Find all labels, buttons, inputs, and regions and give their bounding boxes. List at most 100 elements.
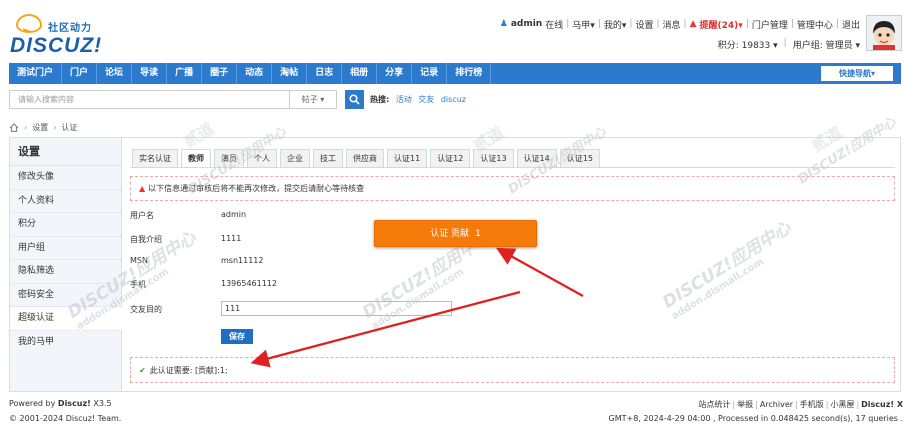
vest-menu[interactable]: 马甲▾	[572, 18, 595, 31]
avatar[interactable]	[866, 15, 902, 51]
tab-verify[interactable]: 认证15	[559, 149, 600, 168]
tab-verify[interactable]: 认证13	[473, 149, 514, 168]
username-link[interactable]: admin	[511, 19, 542, 29]
nav-item[interactable]: 记录	[412, 63, 448, 84]
sidebar-item-vest[interactable]: 我的马甲	[10, 331, 121, 355]
footer-brand[interactable]: Discuz! X	[861, 400, 903, 409]
field-value: admin	[221, 210, 247, 219]
hot-search-link[interactable]: 活动	[396, 95, 412, 104]
tab-verify[interactable]: 企业	[280, 149, 310, 168]
nav-item[interactable]: 门户	[62, 63, 98, 84]
hot-search-link[interactable]: discuz	[441, 95, 466, 104]
tab-verify[interactable]: 演员	[214, 149, 244, 168]
footer-link[interactable]: 站点统计	[698, 400, 730, 409]
field-label: 自我介绍	[130, 235, 162, 244]
nav-item[interactable]: 测试门户	[9, 63, 63, 84]
verify-tabs: 实名认证 教师 演员 个人 企业 技工 供应商 认证11 认证12 认证13 认…	[132, 149, 600, 168]
product-name[interactable]: Discuz!	[58, 399, 91, 408]
messages-link[interactable]: 消息	[663, 18, 681, 31]
powered-by: Powered by Discuz! X3.5	[9, 399, 112, 408]
sidebar-item-usergroup[interactable]: 用户组	[10, 237, 121, 260]
nav-item[interactable]: 广播	[167, 63, 203, 84]
tab-verify[interactable]: 个人	[247, 149, 277, 168]
sidebar-title: 设置	[10, 138, 121, 166]
sidebar-item-password[interactable]: 密码安全	[10, 284, 121, 307]
tab-verify[interactable]: 教师	[181, 149, 211, 168]
online-status: 在线	[545, 20, 564, 31]
field-label: 交友目的	[130, 305, 162, 314]
verify-button-label: 认证 贡献	[430, 229, 470, 239]
sidebar-item-credits[interactable]: 积分	[10, 213, 121, 237]
nav-item[interactable]: 圈子	[202, 63, 238, 84]
search-button[interactable]	[345, 90, 364, 109]
main-panel: 设置 修改头像 个人资料 积分 用户组 隐私筛选 密码安全 超级认证 我的马甲 …	[9, 137, 901, 392]
nav-item[interactable]: 淘帖	[272, 63, 308, 84]
breadcrumb-link[interactable]: 设置	[32, 122, 48, 133]
bell-icon: ▲	[139, 184, 146, 193]
tab-verify[interactable]: 供应商	[346, 149, 384, 168]
search-icon	[349, 94, 360, 105]
tab-verify[interactable]: 实名认证	[132, 149, 178, 168]
save-button[interactable]: 保存	[221, 329, 253, 344]
admin-center-link[interactable]: 管理中心	[797, 18, 833, 31]
hot-search-link[interactable]: 交友	[418, 95, 434, 104]
breadcrumb: › 设置 › 认证	[9, 120, 77, 134]
form-row: MSN msn11112	[130, 256, 530, 272]
logo-slogan: 社区动力	[48, 23, 92, 34]
user-icon: ♟	[499, 19, 508, 29]
form-row: 交友目的 111	[130, 301, 530, 320]
verify-contribution-button[interactable]: 认证 贡献 1	[374, 220, 537, 247]
sidebar-item-privacy[interactable]: 隐私筛选	[10, 260, 121, 284]
settings-sidebar: 设置 修改头像 个人资料 积分 用户组 隐私筛选 密码安全 超级认证 我的马甲	[10, 138, 122, 391]
portal-admin-link[interactable]: 门户管理	[752, 18, 788, 31]
field-label: 用户名	[130, 211, 154, 220]
user-info: 积分: 19833 ▾ | 用户组: 管理员 ▾	[717, 38, 860, 51]
tab-verify[interactable]: 认证11	[387, 149, 428, 168]
footer-link[interactable]: 小黑屋	[830, 400, 854, 409]
check-icon: ✔	[139, 366, 146, 375]
nav-item[interactable]: 相册	[342, 63, 378, 84]
quick-nav-button[interactable]: 快捷导航▾	[821, 66, 893, 81]
footer-link[interactable]: 举报	[737, 400, 753, 409]
home-icon[interactable]	[9, 122, 19, 132]
requirement-text: 此认证需要: [贡献]:1;	[149, 366, 228, 375]
usergroup-menu[interactable]: 用户组: 管理员 ▾	[793, 38, 860, 51]
nav-item[interactable]: 分享	[377, 63, 413, 84]
points-menu[interactable]: 积分: 19833 ▾	[718, 38, 778, 51]
tab-verify[interactable]: 认证12	[430, 149, 471, 168]
hot-search: 热搜: 活动 交友 discuz	[370, 94, 466, 105]
settings-link[interactable]: 设置	[635, 18, 653, 31]
field-value: msn11112	[221, 256, 264, 265]
field-value: 1111	[221, 234, 242, 243]
nav-item[interactable]: 排行榜	[447, 63, 492, 84]
nav-item[interactable]: 日志	[307, 63, 343, 84]
search-type-select[interactable]: 帖子 ▾	[289, 90, 337, 109]
notice-box: ▲ 以下信息通过审核后将不能再次修改，提交后请耐心等待核查	[130, 176, 895, 201]
breadcrumb-current: 认证	[61, 122, 78, 132]
footer-link[interactable]: 手机版	[800, 400, 824, 409]
tab-verify[interactable]: 认证14	[516, 149, 557, 168]
logout-link[interactable]: 退出	[842, 18, 860, 31]
form-row: 手机 13965461112	[130, 279, 530, 295]
sidebar-item-verify[interactable]: 超级认证	[10, 307, 122, 331]
sidebar-item-profile[interactable]: 个人资料	[10, 190, 121, 213]
main-nav: 测试门户 门户 论坛 导读 广播 圈子 动态 淘帖 日志 相册 分享 记录 排行…	[9, 63, 901, 84]
tab-verify[interactable]: 技工	[313, 149, 343, 168]
speech-bubble-icon	[16, 14, 42, 33]
bell-icon: ▲	[689, 19, 697, 29]
footer-link[interactable]: Archiver	[760, 400, 793, 409]
footer-info: GMT+8, 2024-4-29 04:00 , Processed in 0.…	[608, 414, 903, 423]
logo[interactable]: 社区动力 DISCUZ!	[8, 8, 108, 58]
reminder-menu[interactable]: 提醒(24)▾	[700, 18, 743, 31]
my-menu[interactable]: 我的▾	[604, 18, 627, 31]
search-input[interactable]: 请输入搜索内容	[9, 90, 289, 109]
goal-input[interactable]: 111	[221, 301, 452, 316]
nav-item[interactable]: 动态	[237, 63, 273, 84]
search-bar: 请输入搜索内容 帖子 ▾ 热搜: 活动 交友 discuz	[9, 89, 901, 110]
nav-item[interactable]: 论坛	[97, 63, 133, 84]
sidebar-item-avatar[interactable]: 修改头像	[10, 166, 121, 190]
copyright: © 2001-2024 Discuz! Team.	[9, 414, 122, 423]
verify-content: 实名认证 教师 演员 个人 企业 技工 供应商 认证11 认证12 认证13 认…	[130, 138, 900, 391]
nav-item[interactable]: 导读	[132, 63, 168, 84]
notice-text: 以下信息通过审核后将不能再次修改，提交后请耐心等待核查	[148, 184, 365, 193]
